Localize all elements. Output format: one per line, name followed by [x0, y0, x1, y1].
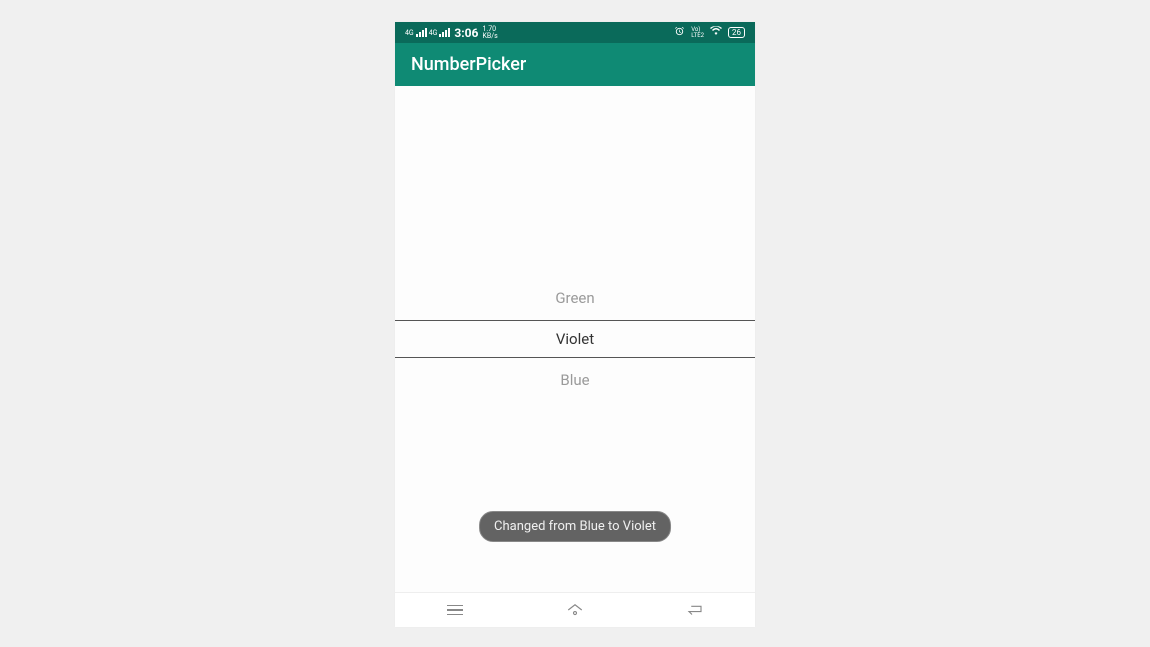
hamburger-icon — [447, 605, 463, 616]
picker-item-prev[interactable]: Green — [395, 276, 755, 320]
status-right: Vo) LTE2 26 — [674, 26, 745, 40]
app-bar: NumberPicker — [395, 43, 755, 86]
battery-indicator: 26 — [728, 27, 745, 38]
back-button[interactable] — [675, 603, 715, 617]
signal-bars-icon — [416, 28, 427, 37]
network-type-label-2: 4G — [429, 30, 438, 37]
content-area: Green Violet Blue Changed from Blue to V… — [395, 86, 755, 592]
signal-bars-icon-2 — [439, 28, 450, 37]
status-bar: 4G 4G 3:06 1.70 KB/s Vo) LTE2 — [395, 22, 755, 43]
home-button[interactable] — [555, 603, 595, 617]
network-type-label: 4G — [405, 30, 414, 37]
home-icon — [566, 603, 584, 617]
volte-label: Vo) LTE2 — [691, 27, 704, 39]
number-picker[interactable]: Green Violet Blue — [395, 276, 755, 402]
status-left: 4G 4G 3:06 1.70 KB/s — [405, 26, 498, 40]
app-title: NumberPicker — [411, 54, 526, 75]
toast-message: Changed from Blue to Violet — [479, 511, 671, 542]
network-indicator: 4G 4G — [405, 28, 450, 37]
clock-time: 3:06 — [454, 26, 478, 40]
alarm-icon — [674, 26, 685, 40]
data-rate: 1.70 KB/s — [482, 26, 497, 40]
picker-item-selected[interactable]: Violet — [395, 320, 755, 358]
wifi-icon — [710, 26, 722, 39]
phone-frame: 4G 4G 3:06 1.70 KB/s Vo) LTE2 — [395, 22, 755, 627]
navigation-bar — [395, 592, 755, 627]
picker-item-next[interactable]: Blue — [395, 358, 755, 402]
back-icon — [686, 603, 704, 617]
recent-apps-button[interactable] — [435, 605, 475, 616]
